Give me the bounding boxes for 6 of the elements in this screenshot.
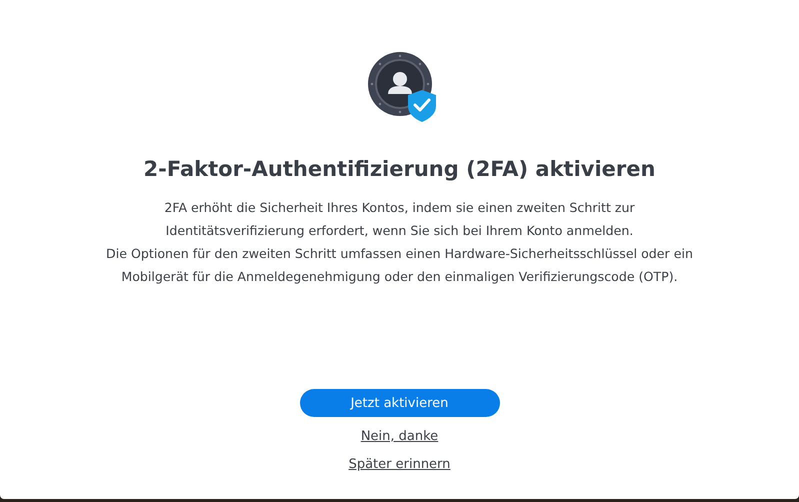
dialog-title: 2-Faktor-Authentifizierung (2FA) aktivieren [144,156,656,183]
link[interactable]: Nein, danke [360,428,438,446]
description-text: Die Optionen für den zweiten Schritt umfassen einen Hardware-Sicherheitsschlüssel oder ein Mobilgerät für die Anmeldegenehmigung oder den einmaligen Verifizierungscode (OTP). [105,245,694,286]
link[interactable]: Später erinnern [348,456,450,474]
activate-button[interactable]: Jetzt aktivieren [300,389,500,417]
description-text: 2FA erhöht die Sicherheit Ihres Kontos, indem sie einen zweiten Schritt zur Identitätsverifizierung erfordert, wenn Sie sich bei Ihrem Konto anmelden. [163,199,636,240]
